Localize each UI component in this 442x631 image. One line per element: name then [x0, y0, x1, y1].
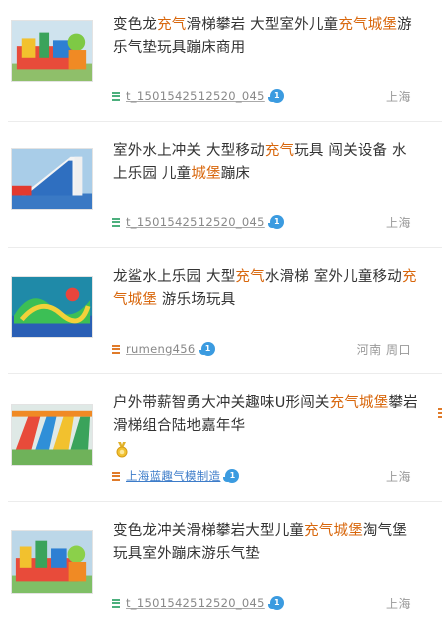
seller-link[interactable]: 上海蓝趣气模制造	[126, 468, 220, 484]
product-thumbnail[interactable]	[11, 404, 93, 466]
divider	[8, 501, 442, 502]
menu-lines-icon	[112, 344, 120, 354]
result-item[interactable]: 户外带薪智勇大冲关趣味U形闯关充气城堡攀岩滑梯组合陆地嘉年华 上海蓝趣气模制造 …	[0, 378, 442, 502]
gold-medal-icon[interactable]	[115, 442, 129, 458]
divider	[8, 247, 442, 248]
title-text: 龙鲨水上乐园 大型	[113, 269, 236, 285]
title-text: 滑梯攀岩 大型室外儿童	[186, 17, 339, 33]
product-thumbnail[interactable]	[11, 530, 93, 594]
result-meta: t_1501542512520_045 1	[112, 594, 284, 612]
product-thumbnail[interactable]	[11, 20, 93, 82]
location-label: 上海	[385, 597, 411, 611]
title-keyword: 充气城堡	[329, 395, 389, 411]
seller-link[interactable]: t_1501542512520_045	[126, 215, 265, 229]
title-keyword: 充气城堡	[304, 523, 363, 539]
title-text: 变色龙冲关滑梯攀岩大型儿童	[113, 523, 305, 539]
menu-lines-icon	[112, 471, 120, 481]
result-title[interactable]: 变色龙冲关滑梯攀岩大型儿童充气城堡淘气堡玩具室外蹦床游乐气垫	[113, 520, 418, 566]
menu-lines-icon	[438, 408, 442, 420]
product-thumbnail[interactable]	[11, 276, 93, 338]
speech-badge-icon[interactable]: 1	[267, 215, 284, 229]
result-title[interactable]: 变色龙充气滑梯攀岩 大型室外儿童充气城堡游乐气垫玩具蹦床商用	[113, 14, 418, 60]
title-keyword: 充气	[264, 143, 295, 159]
title-keyword: 充气城堡	[338, 17, 398, 33]
speech-badge-icon[interactable]: 1	[198, 342, 215, 356]
result-item[interactable]: 室外水上冲关 大型移动充气玩具 闯关设备 水上乐园 儿童城堡蹦床 t_15015…	[0, 126, 442, 248]
title-keyword: 城堡	[191, 166, 221, 182]
title-text: 水滑梯 室外儿童移动	[264, 269, 402, 285]
location-label: 上海	[385, 90, 411, 104]
menu-lines-icon	[112, 598, 120, 608]
seller-link[interactable]: t_1501542512520_045	[126, 596, 265, 610]
title-text: 游乐场玩具	[157, 292, 236, 308]
location-label: 上海	[385, 470, 411, 484]
divider	[8, 373, 442, 374]
result-title[interactable]: 室外水上冲关 大型移动充气玩具 闯关设备 水上乐园 儿童城堡蹦床	[113, 140, 418, 186]
menu-lines-icon	[112, 217, 120, 227]
result-item[interactable]: 龙鲨水上乐园 大型充气水滑梯 室外儿童移动充气城堡 游乐场玩具 rumeng45…	[0, 252, 442, 374]
title-text: 室外水上冲关 大型移动	[113, 143, 265, 159]
result-meta: t_1501542512520_045 1	[112, 87, 284, 105]
seller-link[interactable]: rumeng456	[126, 342, 196, 356]
result-title[interactable]: 户外带薪智勇大冲关趣味U形闯关充气城堡攀岩滑梯组合陆地嘉年华	[113, 392, 418, 438]
title-text: 蹦床	[220, 166, 251, 182]
title-text: 变色龙	[113, 17, 158, 33]
title-keyword: 充气	[235, 269, 265, 285]
search-results-list: 变色龙充气滑梯攀岩 大型室外儿童充气城堡游乐气垫玩具蹦床商用 t_1501542…	[0, 0, 442, 631]
title-keyword: 充气	[157, 17, 187, 33]
menu-lines-icon	[112, 91, 120, 101]
seller-link[interactable]: t_1501542512520_045	[126, 89, 265, 103]
speech-badge-icon[interactable]: 1	[267, 89, 284, 103]
divider	[8, 121, 442, 122]
result-meta: 上海蓝趣气模制造 1	[112, 467, 240, 485]
result-title[interactable]: 龙鲨水上乐园 大型充气水滑梯 室外儿童移动充气城堡 游乐场玩具	[113, 266, 418, 312]
title-text: 户外带薪智勇大冲关趣味U形闯关	[113, 395, 330, 411]
result-item[interactable]: 变色龙充气滑梯攀岩 大型室外儿童充气城堡游乐气垫玩具蹦床商用 t_1501542…	[0, 0, 442, 122]
speech-badge-icon[interactable]: 1	[223, 469, 240, 483]
speech-badge-icon[interactable]: 1	[267, 596, 284, 610]
location-label: 河南 周口	[356, 343, 411, 357]
location-label: 上海	[385, 216, 411, 230]
result-meta: t_1501542512520_045 1	[112, 213, 284, 231]
result-meta: rumeng456 1	[112, 340, 215, 358]
product-thumbnail[interactable]	[11, 148, 93, 210]
result-item[interactable]: 变色龙冲关滑梯攀岩大型儿童充气城堡淘气堡玩具室外蹦床游乐气垫 t_1501542…	[0, 506, 442, 631]
